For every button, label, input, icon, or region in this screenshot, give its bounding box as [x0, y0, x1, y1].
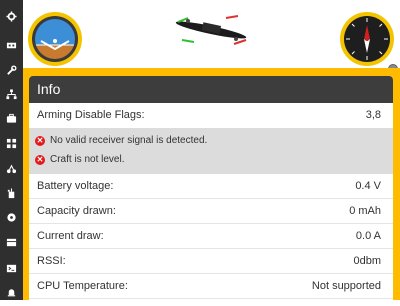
row-value: 0.4 V [355, 180, 381, 192]
row-label: Current draw: [37, 230, 104, 242]
attitude-indicator-gauge [27, 11, 83, 67]
error-icon: ✕ [35, 135, 45, 146]
network-icon[interactable] [3, 86, 20, 102]
modes-icon[interactable] [3, 135, 20, 151]
row-label: RSSI: [37, 255, 66, 267]
row-value: 0 mAh [349, 205, 381, 217]
arming-flags-list: ✕ No valid receiver signal is detected. … [29, 128, 393, 174]
flag-text: No valid receiver signal is detected. [50, 135, 208, 146]
rssi-row: RSSI: 0dbm [29, 249, 393, 274]
arming-flags-label: Arming Disable Flags: [37, 109, 145, 121]
wrench-icon[interactable] [3, 62, 20, 78]
cli-icon[interactable] [3, 260, 20, 276]
info-panel: Info Arming Disable Flags: 3,8 ✕ No vali… [29, 76, 393, 306]
heading-indicator-gauge [339, 11, 395, 67]
bell-icon[interactable] [3, 284, 20, 300]
flag-item: ✕ Craft is not level. [29, 150, 393, 169]
arming-flags-value: 3,8 [365, 109, 381, 121]
row-value: Not supported [311, 280, 381, 292]
row-label: Battery voltage: [37, 180, 114, 192]
flag-text: Craft is not level. [50, 154, 125, 165]
sidebar-nav [0, 0, 23, 300]
arming-flags-row: Arming Disable Flags: 3,8 [29, 103, 393, 128]
row-value: 0dbm [353, 255, 381, 267]
blackbox-icon[interactable] [3, 234, 20, 250]
battery-voltage-row: Battery voltage: 0.4 V [29, 174, 393, 199]
row-value: 0.0 A [355, 230, 381, 242]
tuning-icon[interactable] [3, 160, 20, 176]
capacity-drawn-row: Capacity drawn: 0 mAh [29, 199, 393, 224]
gear-icon[interactable] [3, 8, 20, 24]
briefcase-icon[interactable] [3, 110, 20, 126]
current-draw-row: Current draw: 0.0 A [29, 224, 393, 249]
error-icon: ✕ [35, 154, 45, 165]
row-label: CPU Temperature: [37, 280, 128, 292]
instrument-area [23, 0, 400, 74]
receiver-icon[interactable] [3, 185, 20, 201]
row-label: Capacity drawn: [37, 205, 116, 217]
aircraft-model-icon [168, 8, 254, 52]
flag-item: ✕ No valid receiver signal is detected. [29, 131, 393, 150]
motors-icon[interactable] [3, 209, 20, 225]
main-content: Info Arming Disable Flags: 3,8 ✕ No vali… [23, 68, 400, 306]
cpu-temperature-row: CPU Temperature: Not supported [29, 274, 393, 299]
ports-icon[interactable] [3, 37, 20, 53]
info-panel-title: Info [29, 76, 393, 103]
